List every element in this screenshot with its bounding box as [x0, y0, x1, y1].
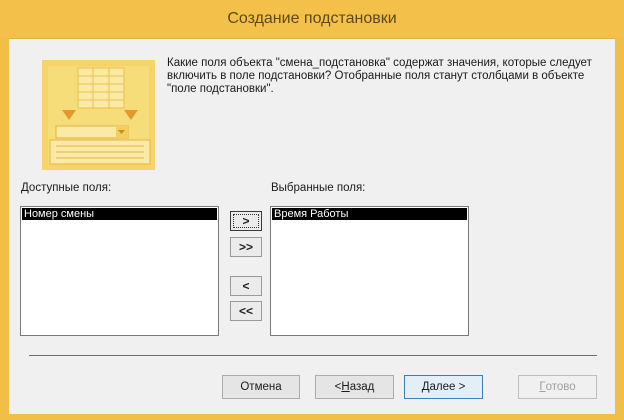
dialog-client-area: Какие поля объекта "смена_подстановка" с…	[9, 38, 615, 414]
finish-button[interactable]: Готово	[518, 375, 597, 399]
back-button-label: азад	[349, 381, 375, 393]
lookup-wizard-window: Создание подстановки Какие поля объекта …	[0, 0, 624, 420]
cancel-button[interactable]: Отмена	[222, 375, 300, 399]
footer-separator	[29, 355, 597, 356]
available-fields-label: Доступные поля:	[21, 182, 112, 194]
selected-field-item[interactable]: Время Работы	[272, 208, 467, 220]
next-button[interactable]: Далее >	[404, 375, 483, 399]
available-field-item[interactable]: Номер смены	[22, 208, 217, 220]
next-button-label: алее >	[429, 381, 466, 393]
back-button[interactable]: < Назад	[315, 375, 394, 399]
back-button-prefix: <	[334, 381, 342, 393]
remove-all-fields-button[interactable]: <<	[230, 301, 262, 321]
add-field-button[interactable]: >	[230, 211, 262, 231]
dialog-title: Создание подстановки	[227, 10, 397, 27]
selected-fields-list[interactable]: Время Работы	[270, 206, 469, 336]
title-bar: Создание подстановки	[0, 0, 624, 38]
remove-field-button[interactable]: <	[230, 276, 262, 296]
back-button-accesskey: Н	[341, 381, 350, 393]
selected-fields-label: Выбранные поля:	[271, 182, 366, 194]
available-fields-list[interactable]: Номер смены	[20, 206, 219, 336]
next-button-accesskey: Д	[421, 381, 430, 393]
wizard-description: Какие поля объекта "смена_подстановка" с…	[167, 57, 592, 95]
wizard-illustration-icon	[42, 60, 155, 170]
add-all-fields-button[interactable]: >>	[230, 237, 262, 257]
finish-button-label: отово	[545, 381, 576, 393]
